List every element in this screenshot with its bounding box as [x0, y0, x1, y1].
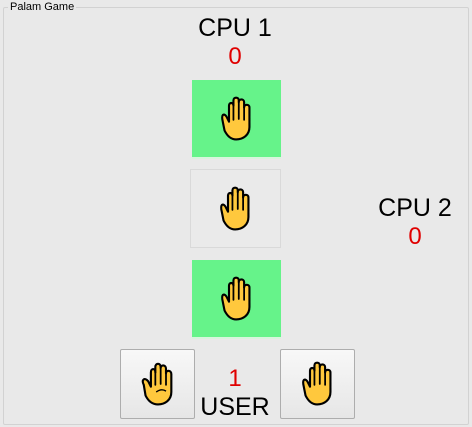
user-score: 1: [228, 365, 242, 392]
user-label: USER: [200, 393, 270, 421]
cpu2-score: 0: [408, 223, 422, 250]
cpu2-label: CPU 2: [378, 194, 452, 222]
center-hand-tile: [190, 169, 281, 248]
user-right-hand-button[interactable]: [280, 349, 355, 419]
cpu1-label: CPU 1: [198, 14, 272, 42]
window-title: Palam Game: [8, 0, 77, 14]
user-left-hand-button[interactable]: [120, 349, 195, 419]
raised-hand-palm-icon: [220, 276, 251, 321]
cpu1-hand-tile: [192, 80, 281, 159]
raised-hand-palm-icon: [219, 186, 250, 231]
cpu1-score: 0: [228, 43, 242, 70]
raised-hand-palm-icon: [301, 361, 332, 406]
raised-hand-back-icon: [141, 362, 172, 406]
cpu2-hand-tile: [192, 260, 281, 339]
raised-hand-palm-icon: [220, 96, 251, 141]
